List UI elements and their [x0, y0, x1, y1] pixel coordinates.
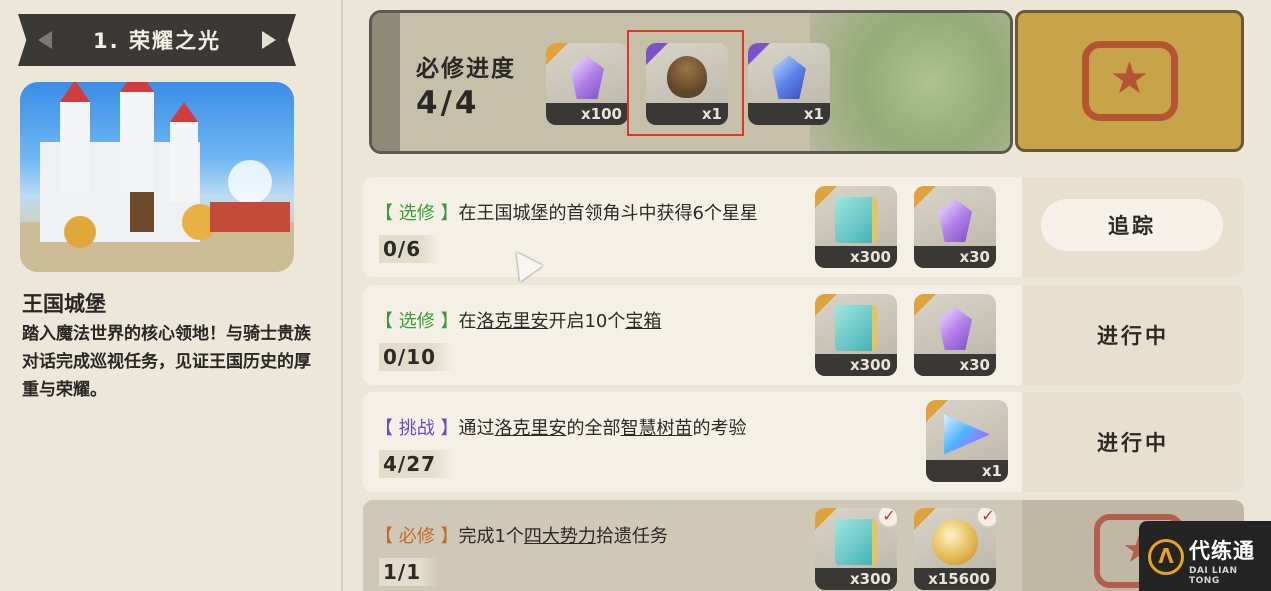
rune-strip [372, 13, 400, 151]
rarity-corner [546, 43, 568, 65]
location-description: 踏入魔法世界的核心领地！与骑士贵族对话完成巡视任务，见证王国历史的厚重与荣耀。 [22, 324, 311, 400]
progress-value: 4/4 [416, 85, 480, 121]
location-link[interactable]: 洛克里安 [476, 311, 548, 332]
quest-reward[interactable]: x300 [815, 294, 897, 376]
quest-description: 【 必修 】完成1个四大势力拾遗任务 [375, 522, 668, 548]
quest-row: 【 选修 】在王国城堡的首领角斗中获得6个星星 0/6 追踪 [363, 177, 1244, 277]
purple-crystal-icon [570, 55, 604, 100]
quest-row-completed: 【 必修 】完成1个四大势力拾遗任务 1/1 [363, 500, 1244, 591]
factions-link[interactable]: 四大势力 [524, 526, 596, 547]
reward-count: x300 [815, 568, 897, 590]
track-button[interactable]: 追踪 [1041, 199, 1223, 251]
quest-tag: 【 必修 】 [375, 526, 459, 547]
quest-tag: 【 挑战 】 [375, 418, 459, 439]
quest-text-part: 开启10个 [548, 311, 626, 332]
reward-count: x1 [748, 103, 830, 125]
reward-count: x300 [815, 354, 897, 376]
quest-reward[interactable]: x30 [914, 294, 996, 376]
sapling-link[interactable]: 智慧树苗 [620, 418, 692, 439]
quest-row: 【 选修 】在洛克里安开启10个宝箱 0/10 进行中 [363, 285, 1244, 385]
reward-count: x15600 [914, 568, 996, 590]
quest-text-part: 通过 [458, 418, 495, 439]
quest-text-part: 完成1个 [458, 526, 524, 547]
brand-logo-icon [1148, 539, 1184, 575]
location-name: 王国城堡 [22, 292, 106, 316]
prev-chapter-arrow-icon[interactable] [38, 31, 52, 49]
purple-crystal-icon [938, 306, 972, 351]
reward-count: x1 [926, 460, 1008, 482]
quest-progress-count: 1/1 [379, 558, 440, 586]
quest-reward[interactable]: x300 [815, 186, 897, 268]
quest-text-part: 拾遗任务 [595, 526, 668, 547]
reward-count: x100 [546, 103, 628, 125]
book-icon [835, 305, 877, 352]
in-progress-status: 进行中 [1097, 324, 1169, 348]
quest-text-part: 的全部 [566, 418, 621, 439]
quest-text-part: 在 [458, 311, 477, 332]
chapter-panel: 1. 荣耀之光 王国城堡 踏入魔法世界的核心领地！与骑士贵族对话完成巡视任务，见… [0, 0, 343, 591]
rarity-corner [914, 186, 936, 208]
coin-icon [932, 519, 978, 566]
completed-stamp-icon [1081, 41, 1178, 121]
reward-count: x30 [914, 246, 996, 268]
location-link[interactable]: 洛克里安 [494, 418, 566, 439]
watermark: 代练通 DAI LIAN TONG [1139, 521, 1271, 591]
quest-row: 【 挑战 】通过洛克里安的全部智慧树苗的考验 4/27 进行中 [363, 392, 1244, 492]
quest-progress-count: 4/27 [379, 450, 455, 478]
rarity-corner [748, 43, 770, 65]
book-icon [835, 197, 877, 244]
progress-reward-1[interactable]: x100 [546, 43, 628, 125]
brand-name: 代练通 [1189, 539, 1255, 563]
brand-subtitle: DAI LIAN TONG [1189, 566, 1238, 586]
progress-reward-3[interactable]: x1 [748, 43, 830, 125]
chapter-title-banner: 1. 荣耀之光 [18, 14, 296, 66]
purple-crystal-icon [938, 198, 972, 243]
reward-count: x300 [815, 246, 897, 268]
castle-image [20, 82, 294, 272]
book-icon [835, 519, 877, 566]
rarity-corner [815, 186, 837, 208]
rarity-corner [815, 294, 837, 316]
progress-label: 必修进度 [416, 56, 516, 82]
chapter-title: 1. 荣耀之光 [93, 29, 221, 53]
quest-tag: 【 选修 】 [375, 203, 459, 224]
quest-tag: 【 选修 】 [375, 311, 459, 332]
quest-description: 【 选修 】在洛克里安开启10个宝箱 [375, 307, 661, 333]
next-chapter-arrow-icon[interactable] [262, 31, 276, 49]
in-progress-status: 进行中 [1097, 431, 1169, 455]
chest-link[interactable]: 宝箱 [625, 311, 661, 332]
quest-progress-count: 0/10 [379, 343, 455, 371]
rarity-corner [914, 508, 936, 530]
quest-text-part: 的考验 [692, 418, 747, 439]
quest-reward[interactable]: x30 [914, 186, 996, 268]
checkmark-icon: ✓ [877, 508, 897, 528]
quest-description: 【 挑战 】通过洛克里安的全部智慧树苗的考验 [375, 414, 746, 440]
blue-crystal-icon [772, 55, 806, 100]
reward-count: x30 [914, 354, 996, 376]
checkmark-icon: ✓ [976, 508, 996, 528]
rarity-corner [914, 294, 936, 316]
quest-reward-claimed[interactable]: x15600 ✓ [914, 508, 996, 590]
completion-stamp-panel[interactable] [1015, 10, 1244, 152]
quest-text-part: 在王国城堡的首领角斗中获得6个星星 [458, 203, 758, 224]
quest-description: 【 选修 】在王国城堡的首领角斗中获得6个星星 [375, 199, 758, 225]
selection-highlight [627, 30, 744, 136]
quest-reward-claimed[interactable]: x300 ✓ [815, 508, 897, 590]
rarity-corner [815, 508, 837, 530]
quest-progress-count: 0/6 [379, 235, 440, 263]
prism-icon [944, 414, 990, 455]
creature-art [810, 13, 1010, 151]
quest-reward[interactable]: x1 [926, 400, 1008, 482]
